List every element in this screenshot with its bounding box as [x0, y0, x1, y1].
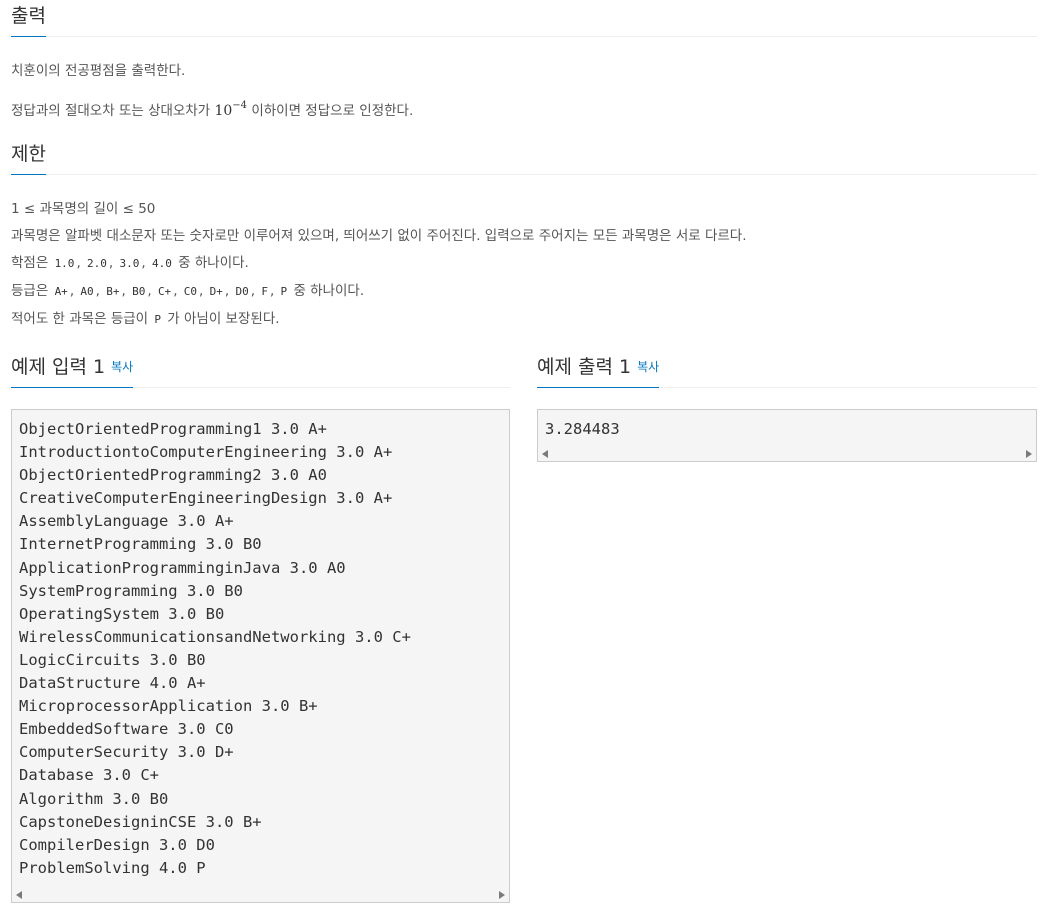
separator: , — [69, 283, 75, 299]
sample-line: ObjectOrientedProgramming2 3.0 A0 — [19, 466, 327, 485]
sample-line: DataStructure 4.0 A+ — [19, 674, 206, 693]
separator: , — [108, 255, 114, 271]
grade-value: F — [259, 285, 270, 298]
not-p-label: 적어도 한 과목은 등급이 — [11, 311, 149, 327]
grade-value: C+ — [155, 285, 174, 298]
output-description-line2: 정답과의 절대오차 또는 상대오차가 10−4 이하이면 정답으로 인정한다. — [11, 96, 413, 121]
separator: , — [141, 255, 146, 271]
sample-line: EmbeddedSoftware 3.0 C0 — [19, 720, 234, 739]
not-p-suffix: 가 아님이 보장된다. — [167, 311, 280, 327]
limit-item-names: 과목명은 알파벳 대소문자 또는 숫자로만 이루어져 있으며, 띄어쓰기 없이 … — [11, 228, 747, 244]
grade-value: B+ — [104, 285, 122, 298]
separator: , — [269, 283, 275, 299]
not-p-value: P — [152, 313, 163, 326]
output-line2-before: 정답과의 절대오차 또는 상대오차가 — [11, 103, 215, 119]
sample-line: OperatingSystem 3.0 B0 — [19, 604, 225, 623]
sample-input-title-text: 예제 입력 1 — [11, 356, 106, 378]
output-description-line1: 치훈이의 전공평점을 출력한다. — [11, 63, 186, 79]
separator: , — [121, 283, 126, 299]
limit-item-credits: 학점은 1.0, 2.0, 3.0, 4.0 중 하나이다. — [11, 253, 249, 274]
credit-value: 2.0 — [85, 257, 109, 270]
separator: , — [199, 283, 204, 299]
tolerance-exponent: −4 — [232, 100, 248, 111]
separator: , — [173, 283, 178, 299]
separator: , — [147, 283, 152, 299]
separator: , — [250, 283, 256, 299]
credit-value: 3.0 — [117, 257, 142, 270]
sample-line: IntroductiontoComputerEngineering 3.0 A+ — [19, 443, 393, 462]
scroll-left-arrow-icon[interactable] — [16, 891, 22, 899]
sample-line: CreativeComputerEngineeringDesign 3.0 A+ — [19, 489, 393, 508]
sample-output-lines: 3.284483 — [538, 410, 1036, 441]
sample-line: CompilerDesign 3.0 D0 — [19, 835, 215, 854]
sample-line: ProblemSolving 4.0 P — [19, 858, 206, 877]
sample-line: LogicCircuits 3.0 B0 — [19, 650, 206, 669]
sample-line: ComputerSecurity 3.0 D+ — [19, 743, 234, 762]
sample-line: InternetProgramming 3.0 B0 — [19, 535, 262, 554]
sample-input-box[interactable]: ObjectOrientedProgramming1 3.0 A+ Introdu… — [11, 409, 510, 903]
sample-line: WirelessCommunicationsandNetworking 3.0 … — [19, 627, 411, 646]
separator: , — [76, 255, 81, 271]
output-section-header: 출력 — [11, 4, 1037, 37]
limit-item-not-p: 적어도 한 과목은 등급이 P 가 아님이 보장된다. — [11, 309, 280, 330]
sample-line: ObjectOrientedProgramming1 3.0 A+ — [19, 420, 327, 438]
limits-section-header: 제한 — [11, 142, 1037, 175]
sample-input-title: 예제 입력 1 복사 — [11, 355, 134, 388]
grade-value: A+ — [52, 285, 70, 298]
grade-value: C0 — [181, 285, 200, 298]
sample-output-header: 예제 출력 1 복사 — [537, 355, 1037, 388]
scroll-right-arrow-icon[interactable] — [1026, 450, 1032, 458]
grade-value: B0 — [130, 285, 148, 298]
sample-input-header: 예제 입력 1 복사 — [11, 355, 510, 388]
grade-value: A0 — [78, 285, 96, 298]
sample-line: MicroprocessorApplication 3.0 B+ — [19, 697, 318, 716]
copy-output-button[interactable]: 복사 — [637, 360, 659, 374]
sample-line: Database 3.0 C+ — [19, 766, 159, 785]
grade-value: D0 — [233, 285, 251, 298]
credits-label: 학점은 — [11, 255, 49, 271]
limits-section-title: 제한 — [11, 142, 46, 175]
credits-suffix: 중 하나이다. — [178, 255, 249, 271]
sample-output-box[interactable]: 3.284483 — [537, 409, 1037, 462]
sample-line: CapstoneDesigninCSE 3.0 B+ — [19, 812, 262, 831]
sample-line: ApplicationProgramminginJava 3.0 A0 — [19, 558, 346, 577]
scroll-right-arrow-icon[interactable] — [499, 891, 505, 899]
grade-value: P — [278, 285, 290, 298]
sample-line: Algorithm 3.0 B0 — [19, 789, 169, 808]
output-horizontal-scrollbar[interactable] — [538, 446, 1036, 461]
output-line2-after: 이하이면 정답으로 인정한다. — [247, 103, 414, 119]
grades-label: 등급은 — [11, 283, 49, 299]
tolerance-base: 10 — [214, 103, 233, 119]
separator: , — [95, 283, 100, 299]
sample-line: 3.284483 — [545, 420, 620, 438]
grade-value: D+ — [207, 285, 225, 298]
input-horizontal-scrollbar[interactable] — [12, 887, 509, 902]
sample-output-title-text: 예제 출력 1 — [537, 356, 632, 378]
sample-line: AssemblyLanguage 3.0 A+ — [19, 512, 234, 531]
sample-input-lines: ObjectOrientedProgramming1 3.0 A+ Introdu… — [12, 410, 509, 880]
sample-output-title: 예제 출력 1 복사 — [537, 355, 660, 388]
grades-suffix: 중 하나이다. — [293, 283, 365, 299]
credit-value: 4.0 — [149, 257, 174, 270]
tolerance-math: 10−4 — [214, 100, 248, 119]
credit-value: 1.0 — [52, 257, 77, 270]
output-section-title: 출력 — [11, 4, 46, 37]
scroll-left-arrow-icon[interactable] — [542, 450, 548, 458]
limit-item-length: 1 ≤ 과목명의 길이 ≤ 50 — [11, 201, 156, 217]
limit-item-grades: 등급은 A+, A0, B+, B0, C+, C0, D+, D0, F, P… — [11, 281, 364, 302]
sample-line: SystemProgramming 3.0 B0 — [19, 581, 243, 600]
separator: , — [224, 283, 230, 299]
copy-input-button[interactable]: 복사 — [111, 360, 133, 374]
